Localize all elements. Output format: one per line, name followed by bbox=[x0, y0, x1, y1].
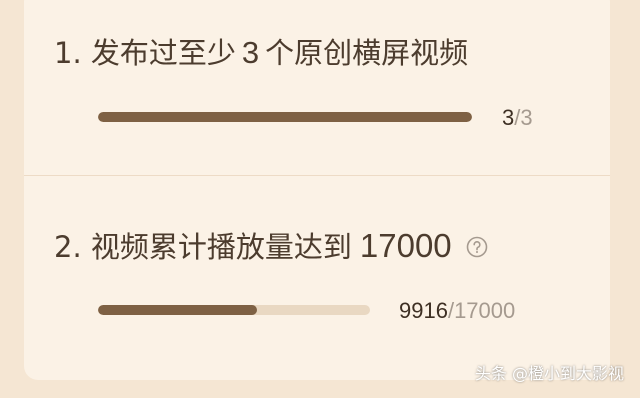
task-item-1: 1. 发布过至少 3 个原创横屏视频 3/3 bbox=[24, 0, 610, 176]
task-title-prefix: 1. 发布过至少 bbox=[54, 36, 236, 70]
task-title: 2. 视频累计播放量达到 17000 bbox=[54, 229, 488, 262]
task-title-prefix: 2. 视频累计播放量达到 bbox=[54, 230, 352, 264]
progress-current: 3 bbox=[502, 105, 515, 130]
task-title: 1. 发布过至少 3 个原创横屏视频 bbox=[54, 37, 468, 68]
progress-bar bbox=[98, 112, 472, 122]
progress-total: /17000 bbox=[447, 298, 516, 323]
help-icon[interactable] bbox=[466, 234, 488, 258]
progress-bar-fill bbox=[98, 112, 472, 122]
task-target-number: 17000 bbox=[359, 227, 452, 264]
task-target-number: 3 bbox=[241, 35, 260, 70]
progress-count: 3/3 bbox=[502, 107, 533, 129]
progress-total: /3 bbox=[514, 105, 533, 130]
task-card: 1. 发布过至少 3 个原创横屏视频 3/3 2. 视频累计播放量达到 17000 9… bbox=[24, 0, 610, 380]
watermark: 头条 @橙小到大影视 bbox=[474, 364, 624, 383]
task-title-suffix: 个原创横屏视频 bbox=[265, 36, 469, 70]
progress-bar-fill bbox=[98, 305, 257, 315]
progress-current: 9916 bbox=[399, 298, 448, 323]
task-item-2: 2. 视频累计播放量达到 17000 9916/17000 bbox=[24, 176, 610, 368]
progress-bar bbox=[98, 305, 370, 315]
progress-count: 9916/17000 bbox=[399, 300, 515, 322]
